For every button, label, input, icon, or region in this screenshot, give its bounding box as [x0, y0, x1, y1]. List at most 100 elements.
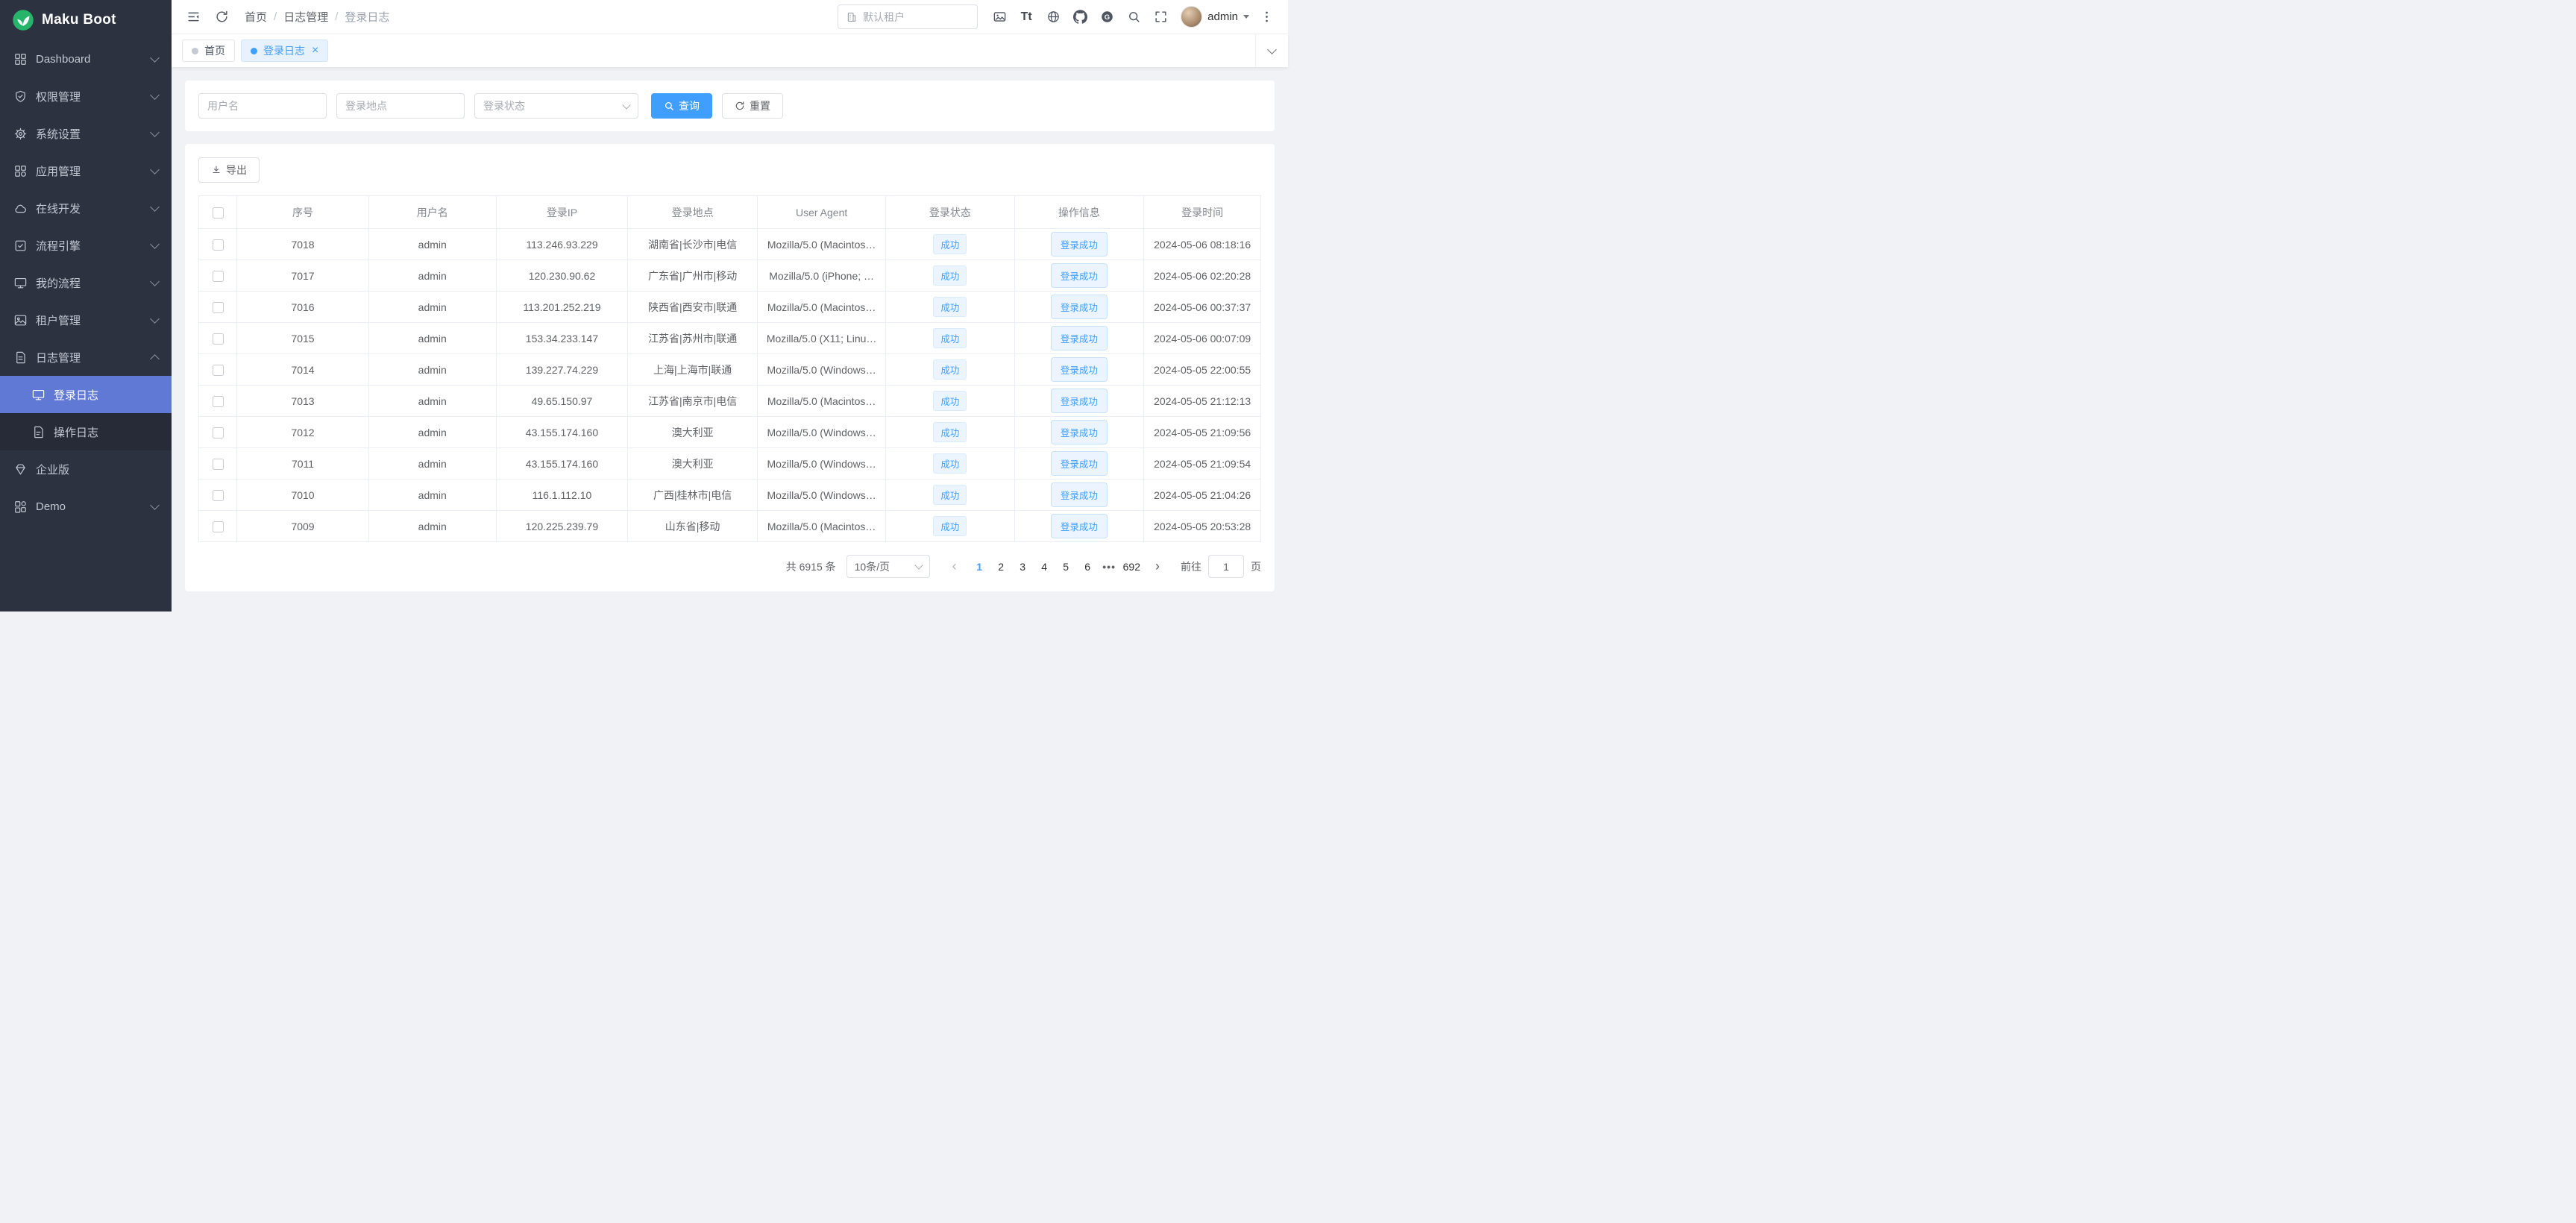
breadcrumb-item: 登录日志	[345, 9, 389, 25]
font-size-icon[interactable]: Tt	[1014, 4, 1039, 30]
tab-close-icon[interactable]: ×	[312, 45, 318, 57]
tenant-input[interactable]	[863, 11, 970, 23]
login-log-table: 序号用户名登录IP登录地点User Agent登录状态操作信息登录时间 7018…	[198, 195, 1261, 542]
reset-button[interactable]: 重置	[722, 93, 783, 119]
status-badge: 成功	[933, 328, 967, 348]
breadcrumb-item[interactable]: 日志管理	[283, 9, 328, 25]
sidebar-item-workflow-engine[interactable]: 流程引擎	[0, 227, 172, 264]
row-checkbox[interactable]	[213, 490, 224, 501]
page-button-5[interactable]: 5	[1055, 555, 1077, 578]
status-filter-select[interactable]: 登录状态	[474, 93, 638, 119]
gitee-icon[interactable]: G	[1094, 4, 1119, 30]
breadcrumb-item[interactable]: 首页	[245, 9, 267, 25]
app-logo[interactable]: Maku Boot	[0, 0, 172, 40]
apps-icon	[13, 164, 28, 178]
breadcrumb-separator: /	[274, 10, 277, 23]
search-icon	[664, 101, 674, 111]
tabs-dropdown-button[interactable]	[1255, 34, 1288, 67]
search-icon[interactable]	[1121, 4, 1146, 30]
sidebar-item-label: 日志管理	[36, 350, 81, 365]
operation-info-button[interactable]: 登录成功	[1051, 420, 1108, 444]
cell-id: 7016	[237, 292, 369, 323]
search-button[interactable]: 查询	[651, 93, 712, 119]
cell-id: 7014	[237, 354, 369, 386]
cell-status: 成功	[886, 292, 1014, 323]
cell-operation: 登录成功	[1014, 448, 1144, 480]
sidebar-item-operation-logs[interactable]: 操作日志	[0, 413, 172, 450]
page-button-4[interactable]: 4	[1034, 555, 1055, 578]
page-size-select[interactable]: 10条/页	[846, 555, 930, 578]
row-checkbox[interactable]	[213, 396, 224, 407]
sidebar-item-enterprise[interactable]: 企业版	[0, 450, 172, 488]
table-row: 7009admin120.225.239.79山东省|移动Mozilla/5.0…	[199, 511, 1261, 542]
row-checkbox[interactable]	[213, 427, 224, 438]
operation-info-button[interactable]: 登录成功	[1051, 295, 1108, 319]
goto-page-input[interactable]	[1208, 555, 1244, 578]
page-button-2[interactable]: 2	[990, 555, 1012, 578]
kebab-menu-icon[interactable]	[1254, 4, 1279, 30]
monitor-icon	[31, 388, 45, 402]
fullscreen-icon[interactable]	[1148, 4, 1173, 30]
sidebar-item-system-settings[interactable]: 系统设置	[0, 115, 172, 152]
tenant-select[interactable]	[838, 4, 978, 29]
sidebar-item-login-logs[interactable]: 登录日志	[0, 376, 172, 413]
status-badge: 成功	[933, 453, 967, 474]
cell-time: 2024-05-06 00:37:37	[1144, 292, 1261, 323]
row-checkbox[interactable]	[213, 365, 224, 376]
tab-home[interactable]: 首页	[182, 40, 235, 62]
operation-info-button[interactable]: 登录成功	[1051, 357, 1108, 382]
cell-username: admin	[368, 354, 496, 386]
row-checkbox[interactable]	[213, 302, 224, 313]
pager-ellipsis[interactable]: •••	[1099, 561, 1120, 573]
username-filter-input[interactable]	[198, 93, 327, 119]
language-globe-icon[interactable]	[1040, 4, 1066, 30]
operation-info-button[interactable]: 登录成功	[1051, 326, 1108, 350]
sidebar-item-tenant-management[interactable]: 租户管理	[0, 301, 172, 339]
sidebar-item-app-management[interactable]: 应用管理	[0, 152, 172, 189]
location-filter-input[interactable]	[336, 93, 465, 119]
operation-info-button[interactable]: 登录成功	[1051, 451, 1108, 476]
topbar: 首页 / 日志管理 / 登录日志 Tt G	[172, 0, 1288, 34]
operation-info-button[interactable]: 登录成功	[1051, 514, 1108, 538]
sidebar-item-demo[interactable]: Demo	[0, 488, 172, 525]
cell-location: 山东省|移动	[628, 511, 758, 542]
refresh-icon[interactable]	[209, 4, 234, 30]
operation-info-button[interactable]: 登录成功	[1051, 232, 1108, 257]
operation-info-button[interactable]: 登录成功	[1051, 263, 1108, 288]
cell-user-agent: Mozilla/5.0 (Macintos…	[757, 386, 885, 417]
operation-info-button[interactable]: 登录成功	[1051, 482, 1108, 507]
page-button-3[interactable]: 3	[1012, 555, 1034, 578]
wallpaper-image-icon[interactable]	[987, 4, 1012, 30]
row-checkbox[interactable]	[213, 459, 224, 470]
log-table-body: 7018admin113.246.93.229湖南省|长沙市|电信Mozilla…	[199, 229, 1261, 542]
sidebar-item-dashboard[interactable]: Dashboard	[0, 40, 172, 78]
next-page-button[interactable]: ›	[1146, 555, 1169, 578]
page-button-1[interactable]: 1	[969, 555, 990, 578]
row-checkbox[interactable]	[213, 239, 224, 251]
menu-fold-icon[interactable]	[180, 4, 206, 30]
page-button-6[interactable]: 6	[1077, 555, 1099, 578]
sidebar-item-log-management[interactable]: 日志管理	[0, 339, 172, 376]
user-menu[interactable]: admin	[1181, 6, 1249, 28]
row-checkbox[interactable]	[213, 271, 224, 282]
cell-status: 成功	[886, 229, 1014, 260]
column-header: 序号	[237, 196, 369, 229]
operation-info-button[interactable]: 登录成功	[1051, 389, 1108, 413]
prev-page-button[interactable]: ‹	[943, 555, 966, 578]
page-button-last[interactable]: 692	[1120, 555, 1143, 578]
status-badge: 成功	[933, 485, 967, 505]
export-button[interactable]: 导出	[198, 157, 260, 183]
row-checkbox[interactable]	[213, 521, 224, 532]
select-all-checkbox[interactable]	[213, 207, 224, 218]
sidebar-item-my-processes[interactable]: 我的流程	[0, 264, 172, 301]
goto-label: 前往	[1181, 559, 1201, 574]
github-icon[interactable]	[1067, 4, 1093, 30]
sidebar-item-online-dev[interactable]: 在线开发	[0, 189, 172, 227]
row-checkbox[interactable]	[213, 333, 224, 345]
sidebar-item-permissions[interactable]: 权限管理	[0, 78, 172, 115]
tab-login-logs[interactable]: 登录日志×	[241, 40, 328, 62]
status-badge: 成功	[933, 297, 967, 317]
breadcrumb-separator: /	[335, 10, 338, 23]
pagination: 共 6915 条 10条/页 ‹ 123456•••692 › 前往 页	[198, 555, 1261, 578]
cell-user-agent: Mozilla/5.0 (X11; Linu…	[757, 323, 885, 354]
